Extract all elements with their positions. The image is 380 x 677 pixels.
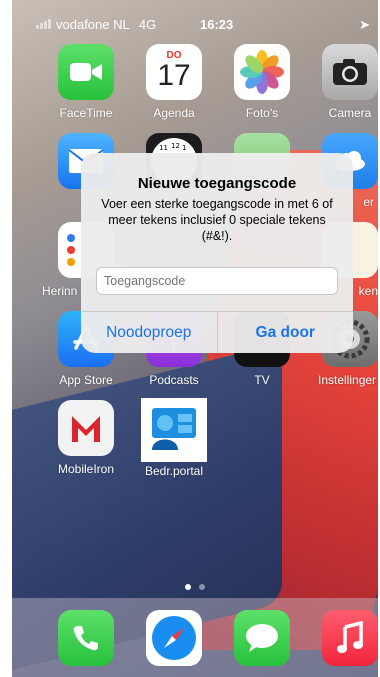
dock-messages[interactable] — [220, 610, 304, 672]
app-bedrportal[interactable]: Bedr.portal — [132, 398, 216, 478]
page-indicator[interactable] — [12, 577, 378, 595]
alert-button-row: Noodoproep Ga door — [81, 311, 353, 353]
app-facetime[interactable]: FaceTime — [44, 44, 128, 120]
signal-icon — [36, 17, 52, 32]
app-label: Foto's — [245, 106, 279, 120]
status-bar: vodafone NL 4G 16:23 ➤ — [12, 0, 378, 44]
app-label: FaceTime — [59, 106, 113, 120]
mobileiron-icon — [58, 400, 114, 456]
camera-icon — [322, 44, 378, 100]
alert-title: Nieuwe toegangscode — [137, 175, 297, 192]
phone-icon — [58, 610, 114, 666]
continue-button[interactable]: Ga door — [218, 312, 354, 353]
dock-phone[interactable] — [44, 610, 128, 672]
app-agenda[interactable]: DO 17 Agenda — [132, 44, 216, 120]
location-icon: ➤ — [359, 17, 370, 32]
app-label: TV — [254, 373, 270, 387]
svg-text:1: 1 — [182, 144, 186, 152]
passcode-alert: Nieuwe toegangscode Voer een sterke toeg… — [81, 153, 353, 353]
clock: 16:23 — [200, 17, 234, 32]
photos-icon — [234, 44, 290, 100]
app-label: MobileIron — [57, 462, 115, 476]
alert-message: Voer een sterke toegangscode in met 6 of… — [101, 197, 333, 243]
safari-icon — [146, 610, 202, 666]
network-type: 4G — [138, 17, 157, 32]
app-label: Instellinger — [318, 373, 377, 387]
messages-icon — [234, 610, 290, 666]
app-label: Bedr.portal — [144, 464, 204, 478]
calendar-date: 17 — [157, 59, 191, 92]
music-icon — [322, 610, 378, 666]
app-label: Camera — [328, 106, 372, 120]
dock-music[interactable] — [308, 610, 378, 672]
app-label: Podcasts — [149, 373, 199, 387]
calendar-icon: DO 17 — [146, 44, 202, 100]
emergency-button[interactable]: Noodoproep — [81, 312, 217, 353]
dock — [12, 598, 378, 677]
company-portal-icon — [141, 398, 207, 462]
app-fotos[interactable]: Foto's — [220, 44, 304, 120]
app-label: Agenda — [153, 106, 195, 120]
app-label: App Store — [59, 373, 113, 387]
carrier: vodafone NL 4G — [36, 17, 156, 32]
dock-safari[interactable] — [132, 610, 216, 672]
app-mobileiron[interactable]: MobileIron — [44, 400, 128, 476]
svg-text:12: 12 — [171, 142, 180, 150]
facetime-icon — [58, 44, 114, 100]
passcode-input[interactable] — [96, 267, 338, 295]
app-camera[interactable]: Camera — [308, 44, 378, 120]
svg-text:11: 11 — [159, 144, 168, 152]
carrier-name: vodafone NL — [56, 17, 130, 32]
